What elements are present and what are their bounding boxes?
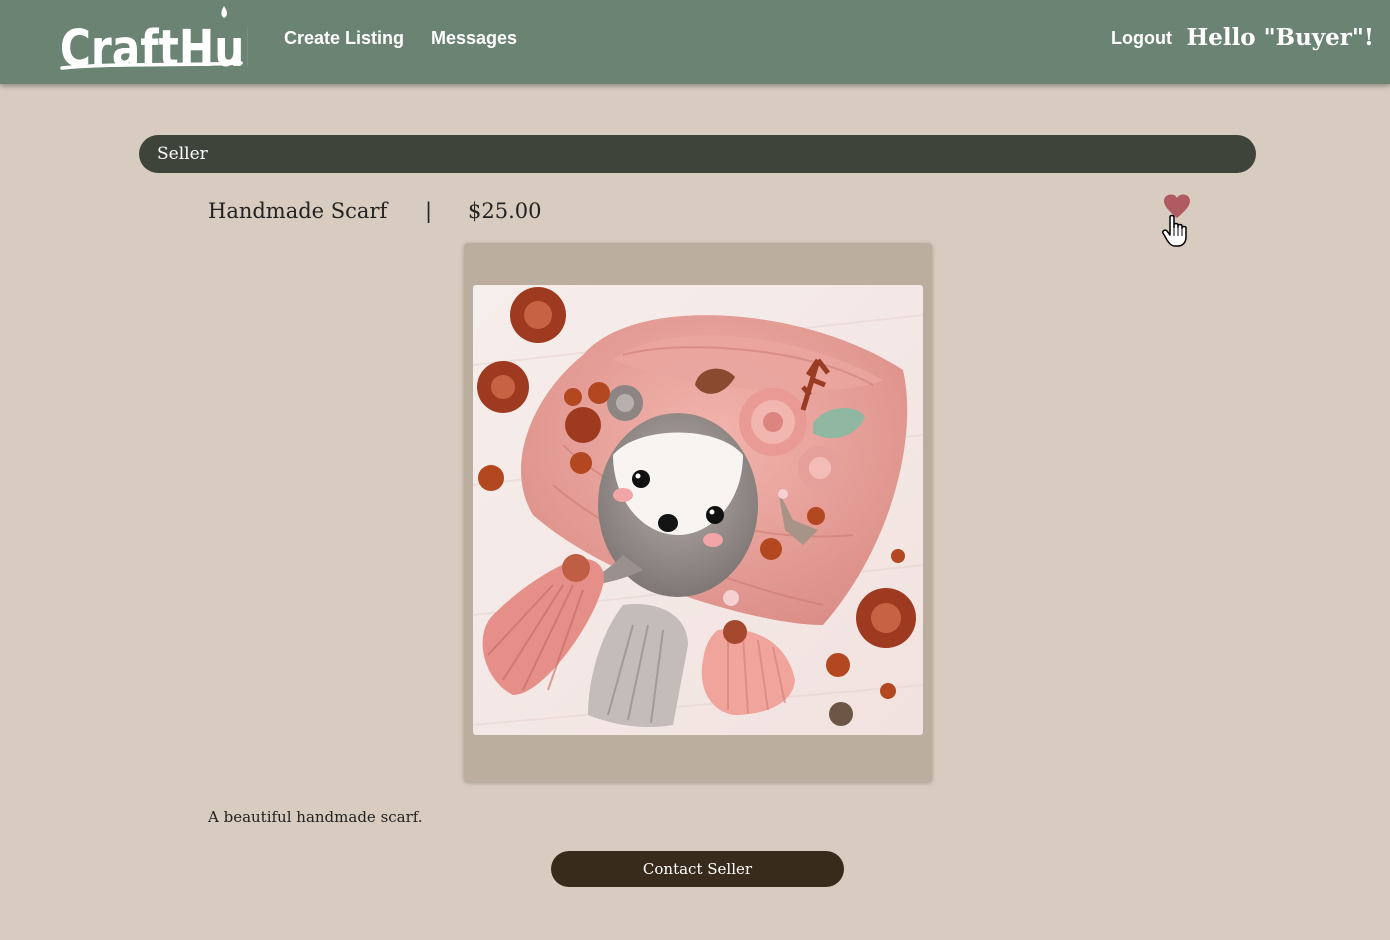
listing-price: $25.00 <box>468 199 542 223</box>
favorite-heart-icon[interactable] <box>1163 194 1191 220</box>
top-navbar: CraftHub Create Listing Messages Logout … <box>0 0 1390 84</box>
seller-bar[interactable]: Seller <box>139 135 1256 173</box>
contact-seller-button[interactable]: Contact Seller <box>551 851 844 887</box>
seller-label: Seller <box>157 144 208 164</box>
listing-title: Handmade Scarf <box>208 199 388 223</box>
logout-link[interactable]: Logout <box>1111 28 1172 49</box>
nav-messages[interactable]: Messages <box>431 28 517 49</box>
user-greeting: Hello "Buyer"! <box>1186 24 1374 51</box>
title-price-separator: | <box>425 199 433 223</box>
product-image-frame <box>464 243 932 782</box>
crafthub-logo[interactable]: CraftHub <box>58 2 275 78</box>
product-image[interactable] <box>473 285 923 735</box>
nav-create-listing[interactable]: Create Listing <box>284 28 404 49</box>
listing-description: A beautiful handmade scarf. <box>208 808 423 826</box>
